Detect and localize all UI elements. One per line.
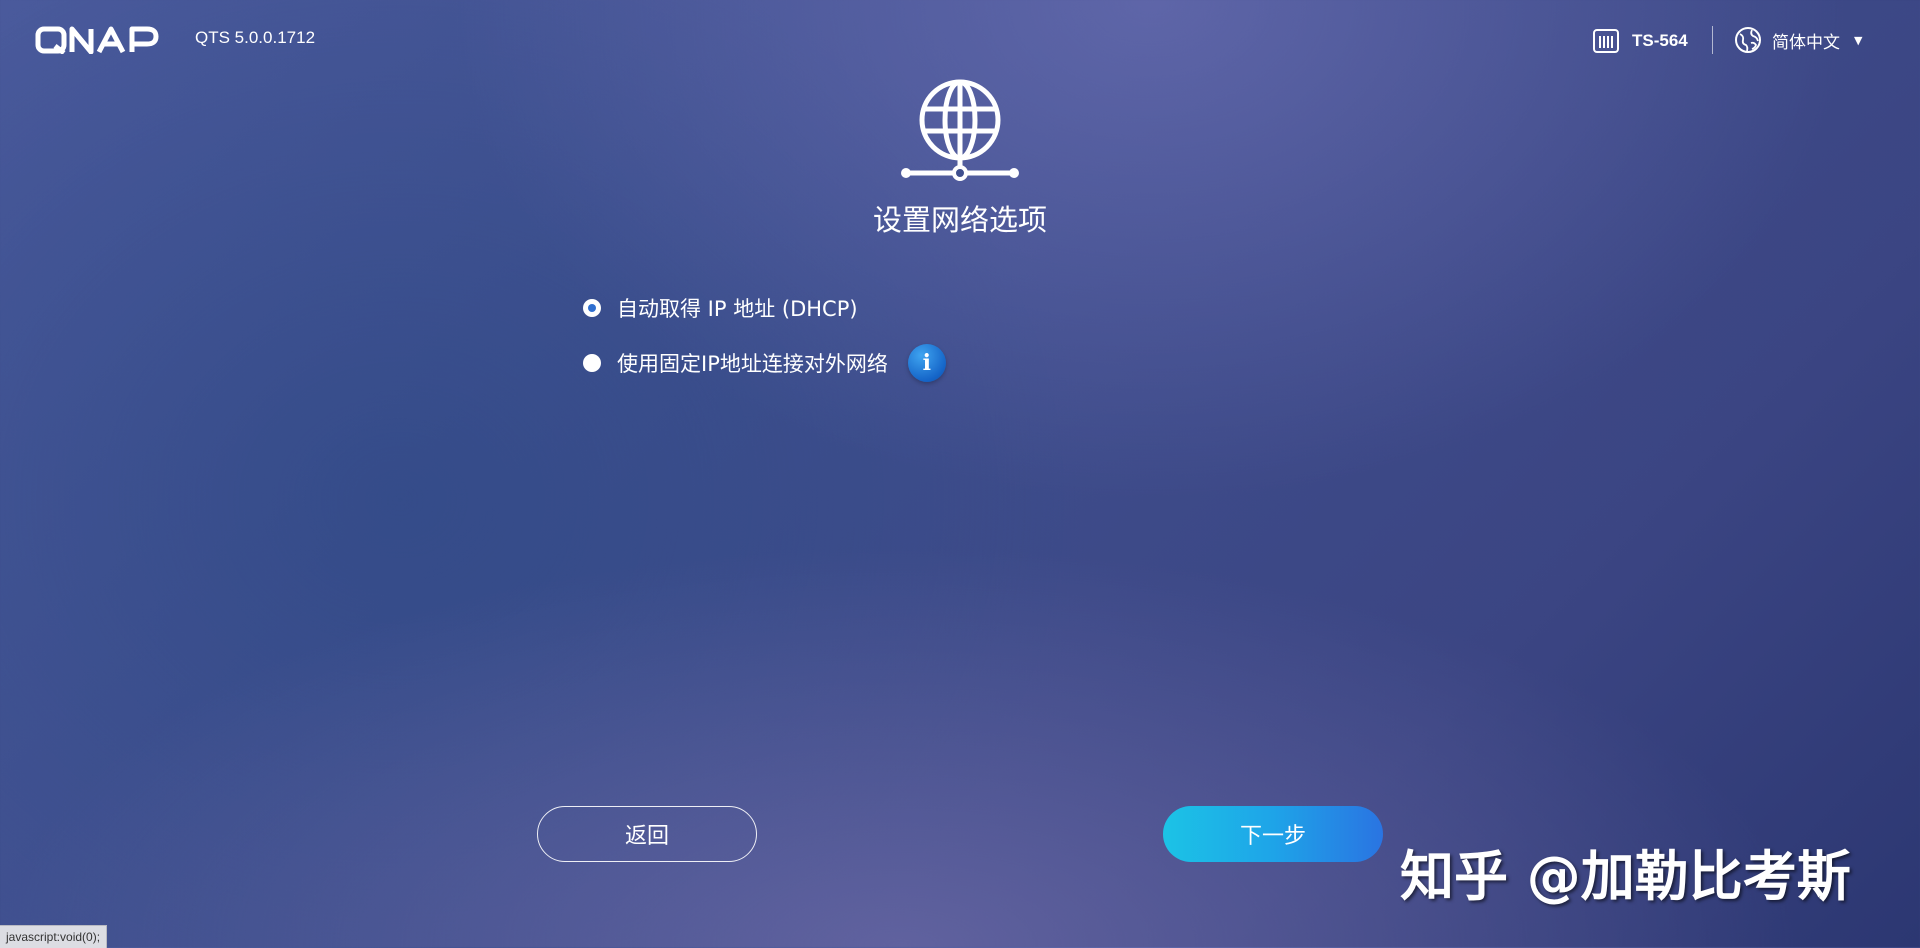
- page-title: 设置网络选项: [872, 203, 1047, 237]
- model-name: TS-564: [1632, 31, 1688, 50]
- static-ip-label: 使用固定IP地址连接对外网络: [617, 352, 888, 376]
- language-label: 简体中文: [1772, 32, 1840, 53]
- dhcp-label: 自动取得 IP 地址 (DHCP): [617, 297, 858, 321]
- back-button[interactable]: 返回: [537, 806, 757, 862]
- caret-down-icon: ▼: [1854, 33, 1863, 47]
- nas-device-icon: [1593, 29, 1619, 53]
- option-static-ip[interactable]: 使用固定IP地址连接对外网络 i: [583, 343, 946, 383]
- next-button[interactable]: 下一步: [1163, 806, 1383, 862]
- language-selector[interactable]: 简体中文 ▼: [1734, 26, 1862, 54]
- network-globe-icon: [901, 79, 1019, 181]
- device-model: TS-564: [1592, 28, 1688, 54]
- option-dhcp[interactable]: 自动取得 IP 地址 (DHCP): [583, 288, 946, 328]
- status-bar: javascript:void(0);: [0, 925, 108, 948]
- top-bar: QTS 5.0.0.1712 TS-564 简体中文 ▼: [0, 0, 1920, 80]
- watermark-text: 知乎 @加勒比考斯: [1400, 845, 1851, 908]
- qnap-logo: [35, 26, 159, 54]
- firmware-version: QTS 5.0.0.1712: [195, 28, 316, 47]
- network-options: 自动取得 IP 地址 (DHCP) 使用固定IP地址连接对外网络 i: [583, 288, 946, 398]
- globe-icon: [1735, 27, 1761, 53]
- static-ip-radio[interactable]: [583, 354, 601, 372]
- dhcp-radio[interactable]: [583, 299, 601, 317]
- header-divider: [1712, 26, 1713, 54]
- info-icon[interactable]: i: [907, 344, 946, 382]
